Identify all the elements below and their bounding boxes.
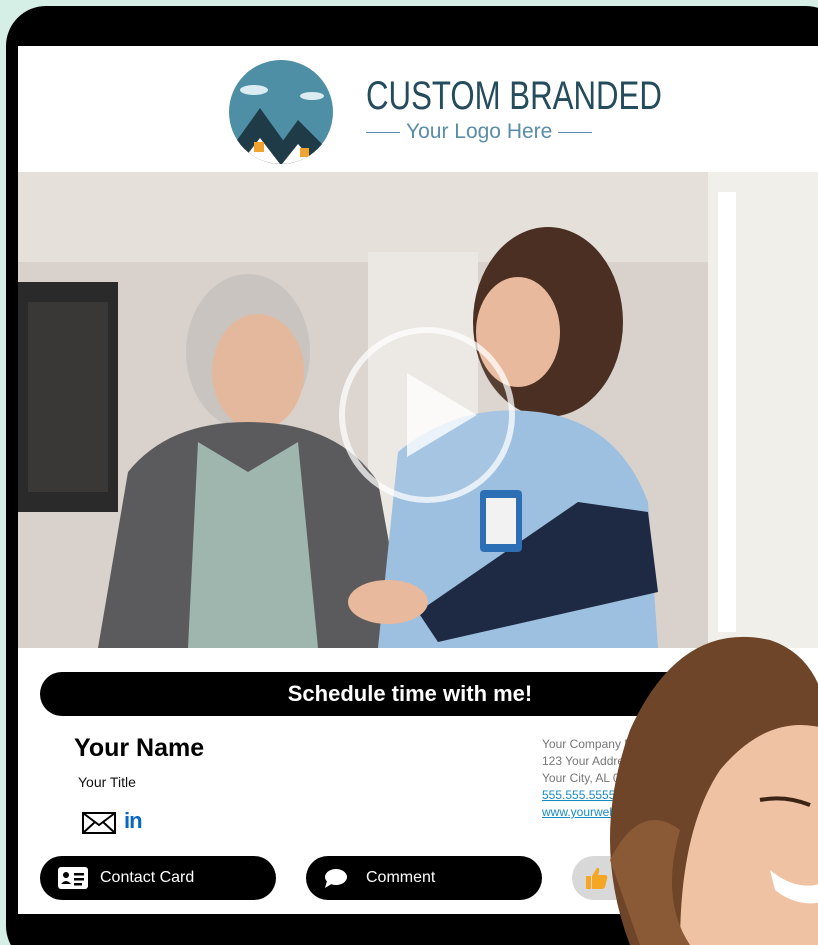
sender-title: Your Title [78, 774, 136, 790]
play-icon [407, 373, 477, 457]
divider [366, 131, 400, 133]
logo-subtitle-row: Your Logo Here [366, 120, 646, 144]
contact-card-icon [58, 867, 88, 889]
divider [558, 131, 593, 133]
logo-text: CUSTOM BRANDED Your Logo Here [366, 74, 662, 144]
comment-button[interactable]: Comment [306, 856, 542, 900]
play-button[interactable] [339, 327, 515, 503]
contact-card-button[interactable]: Contact Card [40, 856, 276, 900]
comment-label: Comment [366, 869, 436, 886]
envelope-icon[interactable] [82, 810, 116, 836]
logo-title: CUSTOM BRANDED [366, 74, 662, 118]
contact-card-label: Contact Card [100, 869, 195, 886]
linkedin-icon[interactable]: in [124, 808, 150, 834]
house-logo-icon [229, 60, 333, 164]
video-thumbnail[interactable] [18, 172, 818, 648]
comment-bubble-icon [325, 869, 347, 888]
presenter-face-image [610, 636, 818, 945]
logo-subtitle: Your Logo Here [406, 120, 553, 143]
logo-band: CUSTOM BRANDED Your Logo Here [18, 46, 818, 172]
sender-name: Your Name [74, 734, 205, 762]
